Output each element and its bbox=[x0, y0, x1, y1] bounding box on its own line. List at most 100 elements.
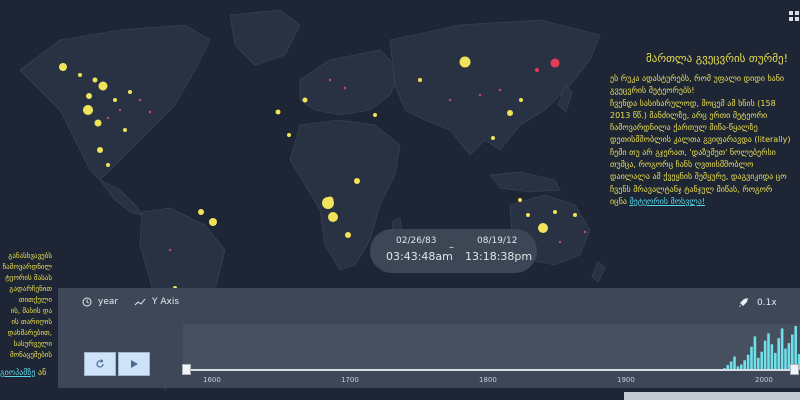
meteorite-dot[interactable] bbox=[287, 133, 291, 137]
timeline-panel: year Y Axis 0.1x 1600 1700 1800 1900 200… bbox=[58, 288, 800, 388]
left-story-line: თითქული bbox=[18, 296, 52, 304]
gitpamze-link[interactable]: გიოპამზე bbox=[0, 368, 35, 377]
meteorite-dot[interactable] bbox=[302, 97, 308, 103]
start-time: 03:43:48am bbox=[386, 250, 453, 263]
meteorite-dot[interactable] bbox=[459, 56, 471, 68]
meteorite-dot[interactable] bbox=[558, 240, 562, 244]
corner-overlay bbox=[624, 392, 800, 400]
meteorite-dot[interactable] bbox=[98, 81, 108, 91]
meteorite-dot[interactable] bbox=[97, 147, 103, 153]
meteorite-dot[interactable] bbox=[209, 218, 217, 226]
meteorite-dot[interactable] bbox=[198, 209, 204, 215]
histogram-bar bbox=[774, 352, 777, 370]
range-end-handle[interactable] bbox=[790, 364, 799, 375]
grid-icon[interactable] bbox=[788, 10, 800, 22]
y-axis-label: Y Axis bbox=[152, 297, 180, 307]
meteorite-dot[interactable] bbox=[148, 110, 152, 114]
meteorite-dot[interactable] bbox=[168, 248, 172, 252]
meteorite-dot[interactable] bbox=[550, 58, 560, 68]
story-last-line: იცნა მეტეორის მოსვლა! bbox=[610, 196, 800, 208]
story-line: დეთისმშობლის კალთა გვიფარავდა (literally… bbox=[610, 135, 791, 145]
left-link-suffix: ან bbox=[38, 368, 47, 377]
histogram-bar bbox=[743, 360, 746, 370]
left-link-row: გიოპამზე ან bbox=[0, 368, 46, 377]
histogram-bar bbox=[767, 333, 770, 370]
story-line: ჩვენდა სასიხარულოდ, მოცემ ამ ხნის (158 bbox=[610, 98, 776, 108]
story-line: ჩამოვარდნილა ქართულ მიწა-წყალზე bbox=[610, 123, 758, 133]
meteorite-dot[interactable] bbox=[59, 63, 67, 71]
story-line: თუმცა, როგორც ჩანს ღვთისმშობლო bbox=[610, 160, 754, 170]
story-line: ჩვენს მრავალტანჯ ტანჯულ მიწას, როგორ bbox=[610, 184, 773, 194]
play-icon bbox=[130, 360, 138, 368]
speed-value: 0.1x bbox=[757, 297, 777, 308]
meteorite-dot[interactable] bbox=[354, 178, 360, 184]
meteorite-dot[interactable] bbox=[138, 98, 142, 102]
meteorite-dot[interactable] bbox=[86, 93, 92, 99]
meteorite-dot[interactable] bbox=[573, 213, 577, 217]
rocket-icon bbox=[739, 298, 748, 307]
reset-icon bbox=[96, 359, 104, 368]
meteorite-dot[interactable] bbox=[113, 98, 117, 102]
meteorite-dot[interactable] bbox=[491, 136, 495, 140]
meteorite-dot[interactable] bbox=[518, 198, 522, 202]
meteorite-dot[interactable] bbox=[78, 73, 82, 77]
meteorite-dot[interactable] bbox=[275, 109, 281, 115]
meteorite-dot[interactable] bbox=[345, 232, 351, 238]
meteorite-dot[interactable] bbox=[583, 230, 587, 234]
story-line: იცნა bbox=[610, 196, 627, 206]
story-line: ეს რუკა ადასტურებს, რომ უფალი დიდი ხანი bbox=[610, 74, 785, 83]
meteorite-dot[interactable] bbox=[418, 78, 422, 82]
meteorite-dot[interactable] bbox=[519, 98, 523, 102]
histogram-bar bbox=[750, 346, 753, 370]
x-axis-selector[interactable]: year bbox=[82, 297, 118, 307]
x-axis-label: year bbox=[98, 297, 119, 307]
meteorite-dot[interactable] bbox=[498, 88, 502, 92]
story-title: მართლა გვეცვრის თურმე! bbox=[646, 52, 788, 65]
meteorite-dot[interactable] bbox=[535, 68, 539, 72]
meteorite-dot[interactable] bbox=[478, 93, 482, 97]
range-separator: – bbox=[449, 242, 454, 253]
y-axis-selector[interactable]: Y Axis bbox=[134, 297, 179, 307]
left-story-panel: განასხვავებს ჩამოვარდნილ ტეორის მასას გა… bbox=[0, 251, 52, 361]
end-date: 08/19/12 bbox=[477, 236, 518, 246]
histogram-bar bbox=[770, 344, 774, 370]
meteorite-dot[interactable] bbox=[106, 163, 110, 167]
speed-control[interactable]: 0.1x bbox=[738, 297, 777, 308]
meteorite-dot[interactable] bbox=[538, 223, 548, 233]
meteorite-dot[interactable] bbox=[343, 86, 347, 90]
histogram-bar bbox=[760, 351, 763, 370]
range-start-handle[interactable] bbox=[182, 364, 191, 375]
meteorite-dot[interactable] bbox=[328, 212, 338, 222]
meteorite-dot[interactable] bbox=[526, 213, 530, 217]
meteorite-dot[interactable] bbox=[507, 110, 513, 116]
histogram-area bbox=[183, 324, 800, 370]
histogram-bar bbox=[763, 340, 767, 370]
left-story-line: გადარჩენით bbox=[9, 285, 52, 293]
left-story-line: ტეორის მასას bbox=[5, 274, 52, 282]
meteorite-dot[interactable] bbox=[94, 119, 102, 127]
meteorite-dot[interactable] bbox=[83, 105, 93, 115]
axis-tick: 1600 bbox=[203, 376, 221, 384]
meteorite-dot[interactable] bbox=[106, 116, 110, 120]
meteorite-dot[interactable] bbox=[373, 113, 377, 117]
play-button[interactable] bbox=[118, 352, 150, 376]
left-story-line: ის, მასის და bbox=[10, 307, 52, 315]
trend-line-icon bbox=[134, 298, 146, 306]
left-story-line: ჩამოვარდნილ bbox=[2, 263, 52, 271]
axis-tick: 2000 bbox=[755, 376, 773, 384]
left-story-line: განასხვავებს bbox=[8, 252, 52, 260]
meteorite-dot[interactable] bbox=[118, 108, 122, 112]
axis-tick: 1800 bbox=[479, 376, 497, 384]
meteorite-dot[interactable] bbox=[128, 90, 132, 94]
histogram-bar bbox=[780, 328, 784, 370]
story-line: დაილალა ამ ქვეყნის შემყურე, დაგვიკიდა ცო bbox=[610, 172, 787, 182]
start-date: 02/26/83 bbox=[396, 236, 437, 246]
reset-button[interactable] bbox=[84, 352, 116, 376]
meteorite-dot[interactable] bbox=[322, 197, 334, 209]
meteorite-dot[interactable] bbox=[448, 98, 452, 102]
meteorite-dot[interactable] bbox=[123, 128, 127, 132]
meteorite-dot[interactable] bbox=[328, 78, 332, 82]
meteorite-dot[interactable] bbox=[553, 210, 557, 214]
meteor-arrival-link[interactable]: მეტეორის მოსვლა! bbox=[630, 197, 706, 206]
meteorite-dot[interactable] bbox=[92, 77, 98, 83]
